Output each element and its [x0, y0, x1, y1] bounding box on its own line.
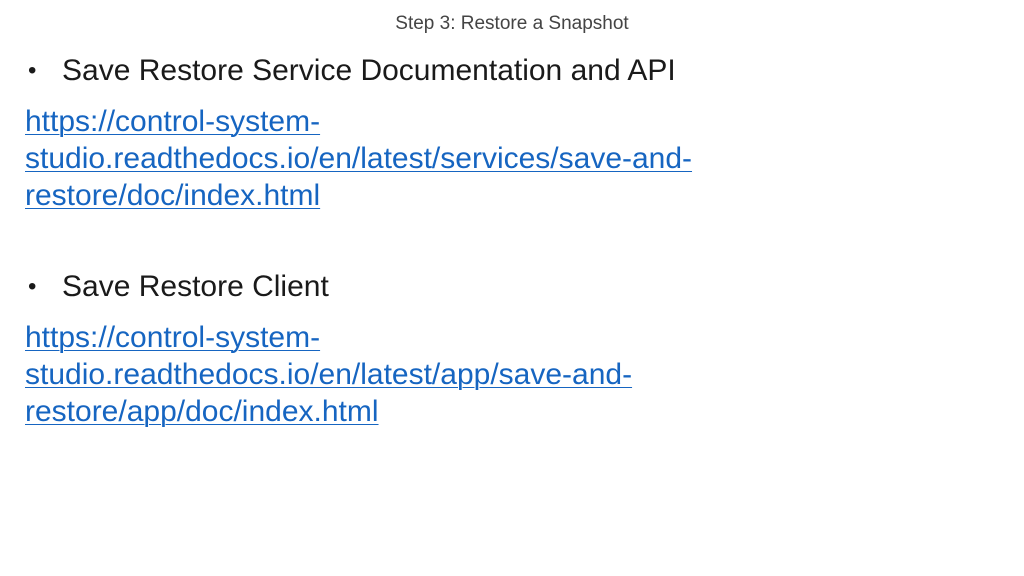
bullet-text: Save Restore Client — [62, 270, 329, 303]
bullet-dot-icon: • — [28, 273, 37, 300]
bullet-item-service: • Save Restore Service Documentation and … — [28, 54, 676, 88]
service-docs-link[interactable]: https://control-system- studio.readthedo… — [25, 103, 985, 214]
link-line[interactable]: https://control-system- — [25, 319, 985, 356]
link-line[interactable]: restore/app/doc/index.html — [25, 393, 985, 430]
slide-title: Step 3: Restore a Snapshot — [395, 13, 629, 34]
bullet-dot-icon: • — [28, 57, 37, 84]
bullet-item-client: • Save Restore Client — [28, 270, 329, 304]
link-line[interactable]: studio.readthedocs.io/en/latest/services… — [25, 140, 985, 177]
slide: Step 3: Restore a Snapshot • Save Restore… — [0, 0, 1024, 576]
bullet-text: Save Restore Service Documentation and A… — [62, 54, 676, 87]
client-docs-link[interactable]: https://control-system- studio.readthedo… — [25, 319, 985, 430]
link-line[interactable]: studio.readthedocs.io/en/latest/app/save… — [25, 356, 985, 393]
link-line[interactable]: https://control-system- — [25, 103, 985, 140]
link-line[interactable]: restore/doc/index.html — [25, 177, 985, 214]
